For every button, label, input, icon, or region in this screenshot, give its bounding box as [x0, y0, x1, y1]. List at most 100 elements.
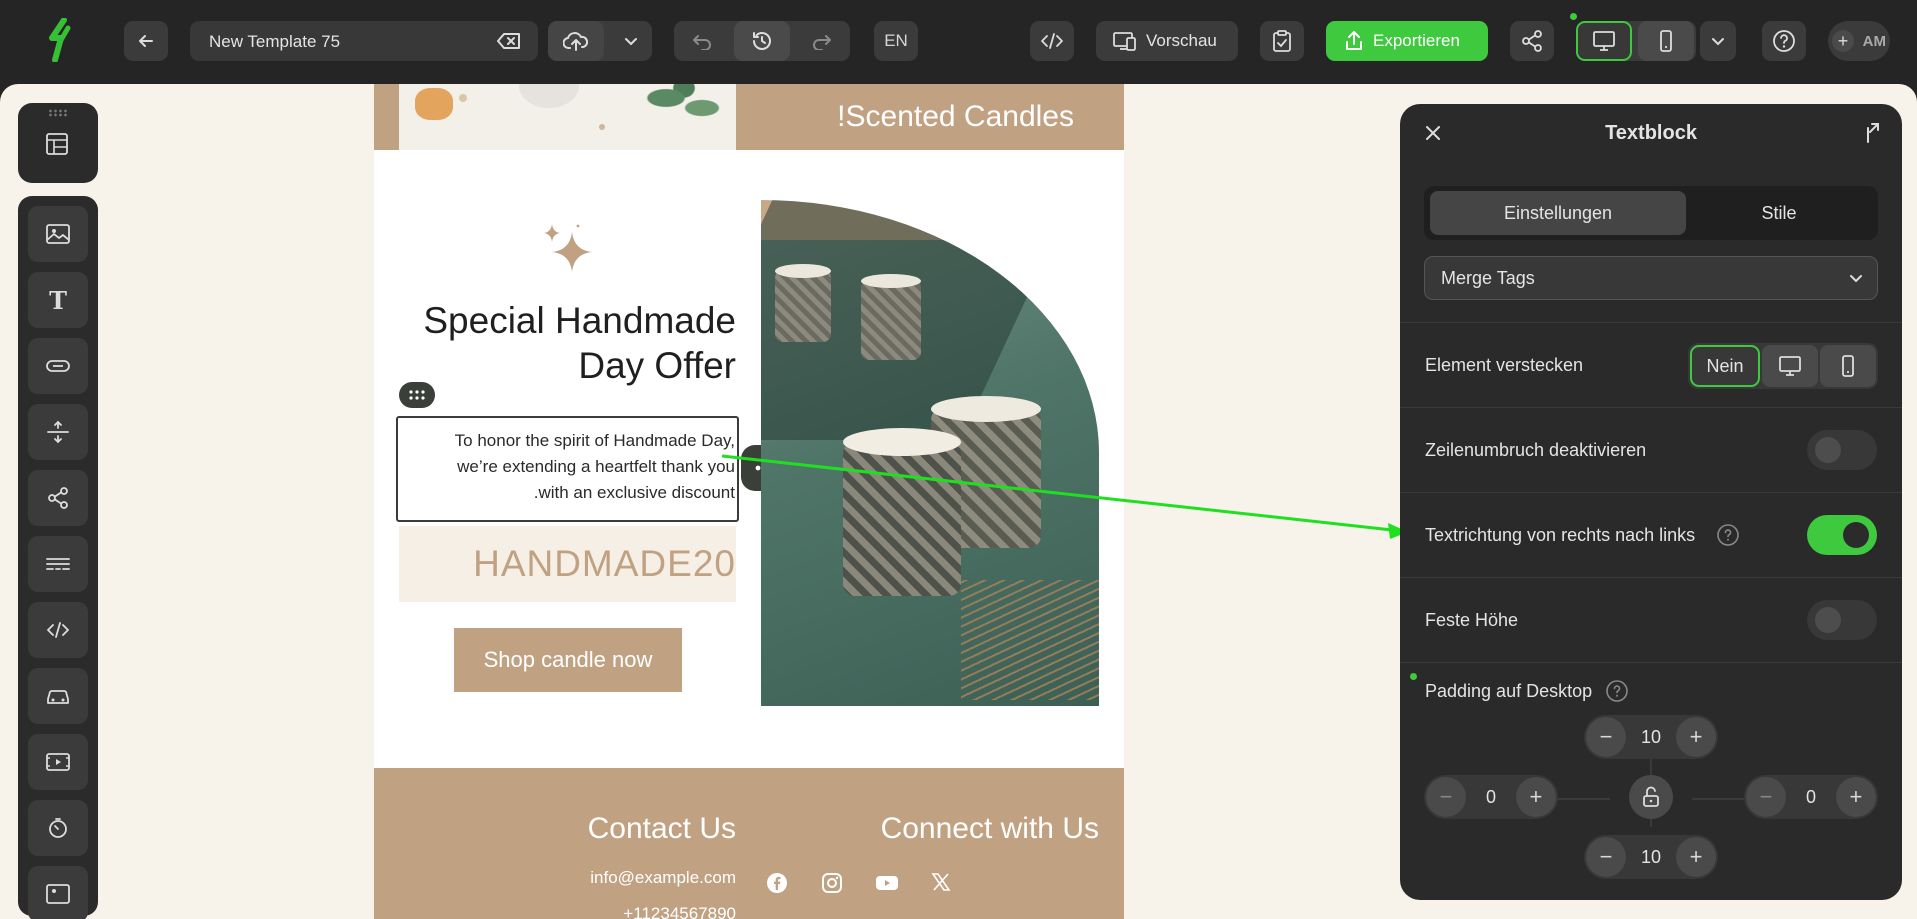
spacer-block-button[interactable]: [28, 404, 88, 460]
padding-bottom-stepper[interactable]: − 10 +: [1584, 835, 1718, 879]
history-button[interactable]: [734, 21, 790, 61]
increment-button[interactable]: +: [1835, 777, 1876, 817]
unlock-icon: [1643, 786, 1659, 807]
menu-block-button[interactable]: [28, 668, 88, 724]
increment-button[interactable]: +: [1676, 837, 1716, 877]
chevron-down-icon: [1850, 275, 1862, 283]
arrow-left-icon: [139, 35, 153, 47]
device-toggle-group: [1576, 21, 1696, 61]
email-footer: Contact Us info@example.com +11234567890…: [374, 768, 1124, 919]
tab-stile[interactable]: Stile: [1686, 191, 1872, 235]
decrement-button[interactable]: −: [1586, 717, 1626, 757]
hide-desktop-option[interactable]: [1762, 345, 1818, 387]
hide-element-row: Element verstecken Nein: [1400, 322, 1902, 407]
rtl-toggle[interactable]: [1807, 515, 1877, 555]
template-name-text: New Template 75: [209, 32, 341, 51]
increment-button[interactable]: +: [1676, 717, 1716, 757]
divider-icon: [46, 558, 70, 570]
editor-canvas: T !Scented Candles Special Handmade Day …: [0, 84, 1917, 919]
padding-right-stepper[interactable]: − 0 +: [1744, 775, 1878, 819]
device-options-dropdown[interactable]: [1700, 21, 1736, 61]
redo-button[interactable]: [794, 21, 850, 61]
drag-handle-icon[interactable]: [48, 109, 68, 117]
export-button[interactable]: Exportieren: [1326, 21, 1488, 61]
padding-left-stepper[interactable]: − 0 +: [1424, 775, 1558, 819]
collaborators-button[interactable]: + AM: [1828, 21, 1890, 61]
mobile-view-button[interactable]: [1638, 21, 1694, 61]
save-options-dropdown[interactable]: [610, 21, 652, 61]
decrement-button[interactable]: −: [1746, 777, 1786, 817]
history-icon: [753, 32, 771, 50]
x-icon[interactable]: [931, 872, 951, 897]
button-icon: [46, 360, 70, 372]
html-block-button[interactable]: [28, 602, 88, 658]
desktop-icon: [1779, 356, 1801, 376]
text-block-button[interactable]: T: [28, 272, 88, 328]
social-block-button[interactable]: [28, 470, 88, 526]
block-drag-handle[interactable]: [399, 382, 435, 408]
clipboard-button[interactable]: [1260, 21, 1304, 61]
layout-icon[interactable]: [44, 131, 70, 162]
padding-lock-button[interactable]: [1629, 775, 1673, 819]
code-icon: [1041, 33, 1063, 49]
button-block-button[interactable]: [28, 338, 88, 394]
template-name-field[interactable]: New Template 75: [190, 21, 538, 61]
facebook-icon[interactable]: [766, 872, 788, 899]
language-button[interactable]: EN: [874, 21, 918, 61]
car-icon: [47, 690, 69, 704]
chevron-down-icon: [1712, 38, 1724, 46]
contact-phone[interactable]: +11234567890: [374, 904, 736, 919]
preview-button[interactable]: Vorschau: [1096, 21, 1238, 61]
merge-tags-select[interactable]: Merge Tags: [1424, 256, 1878, 300]
decrement-button[interactable]: −: [1586, 837, 1626, 877]
image-block-button[interactable]: [28, 206, 88, 262]
undo-button[interactable]: [674, 21, 730, 61]
clear-input-icon[interactable]: [496, 31, 522, 56]
desktop-view-button[interactable]: [1576, 21, 1632, 61]
help-button[interactable]: [1762, 21, 1806, 61]
back-button[interactable]: [124, 21, 168, 61]
headline-line-1: Special Handmade: [423, 300, 736, 341]
hide-mobile-option[interactable]: [1820, 345, 1876, 387]
fixed-height-toggle[interactable]: [1807, 600, 1877, 640]
hide-none-option[interactable]: Nein: [1690, 345, 1760, 387]
decrement-button[interactable]: −: [1426, 777, 1466, 817]
padding-row: Padding auf Desktop − 10 + − 0 + − 0 + −…: [1400, 662, 1902, 900]
export-label: Exportieren: [1373, 31, 1460, 50]
youtube-icon[interactable]: [875, 874, 899, 897]
tab-einstellungen[interactable]: Einstellungen: [1430, 191, 1686, 235]
contact-title: Contact Us: [587, 812, 736, 845]
shop-candle-button[interactable]: Shop candle now: [454, 628, 682, 692]
blocks-panel: T: [18, 196, 98, 919]
rtl-help-icon[interactable]: [1716, 523, 1740, 552]
add-user-icon: +: [1832, 30, 1854, 52]
connect-title: Connect with Us: [880, 812, 1099, 845]
disable-linebreak-toggle[interactable]: [1807, 430, 1877, 470]
instagram-icon[interactable]: [821, 872, 843, 899]
padding-top-stepper[interactable]: − 10 +: [1584, 715, 1718, 759]
top-toolbar: New Template 75 EN Vorschau Exportieren …: [0, 0, 1917, 82]
desktop-icon: [1593, 31, 1615, 51]
increment-button[interactable]: +: [1515, 777, 1556, 817]
header-image: [399, 84, 736, 150]
candle-photo: [761, 200, 1099, 706]
divider-block-button[interactable]: [28, 536, 88, 592]
mobile-icon: [1842, 355, 1854, 377]
gallery-block-button[interactable]: [28, 866, 88, 919]
body-line-1: To honor the spirit of Handmade Day,: [454, 431, 735, 450]
layout-panel: [18, 103, 98, 183]
header-banner: !Scented Candles: [374, 84, 1124, 150]
banner-title: !Scented Candles: [837, 100, 1074, 133]
coupon-code: HANDMADE20: [399, 526, 736, 602]
pin-panel-icon[interactable]: [1862, 122, 1880, 149]
contact-email[interactable]: info@example.com: [374, 868, 736, 888]
cloud-upload-button[interactable]: [548, 21, 604, 61]
video-block-button[interactable]: [28, 734, 88, 790]
timer-icon: [49, 818, 67, 838]
chevron-down-icon: [625, 38, 637, 46]
code-view-button[interactable]: [1030, 21, 1074, 61]
share-button[interactable]: [1510, 21, 1554, 61]
panel-tabs: Einstellungen Stile: [1424, 186, 1878, 240]
timer-block-button[interactable]: [28, 800, 88, 856]
selected-text-block[interactable]: To honor the spirit of Handmade Day, we’…: [396, 416, 739, 522]
